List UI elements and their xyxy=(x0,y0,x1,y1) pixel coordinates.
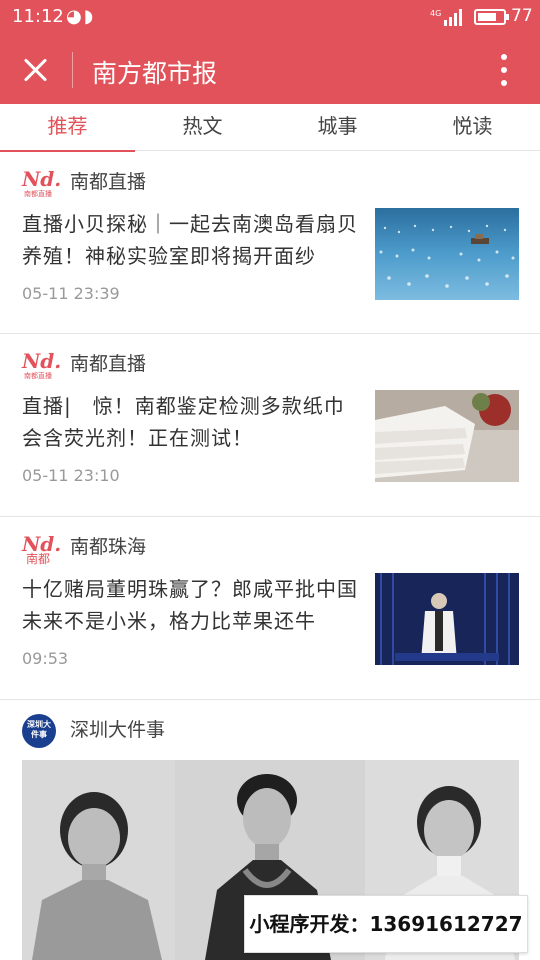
source-logo-caption: 南都直播 xyxy=(24,372,52,380)
battery-icon xyxy=(474,9,509,25)
article-headline[interactable]: 直播| 惊！南都鉴定检测多款纸巾会含荧光剂！正在测试！ xyxy=(22,390,364,454)
source-logo: Nd. 南都直播 xyxy=(22,169,61,198)
source-logo: Nd. 南都 xyxy=(22,534,61,566)
network-type: 4G xyxy=(430,9,441,18)
article-time: 09:53 xyxy=(22,649,69,668)
source-logo-caption: 南都直播 xyxy=(24,190,52,198)
article-thumbnail[interactable] xyxy=(375,208,519,300)
source-logo-mark: Nd. xyxy=(22,167,62,191)
status-bar: 11:12 ◕◗ 4G 77 xyxy=(0,0,540,34)
title-divider xyxy=(72,52,73,88)
tab-bar: 推荐 热文 城事 悦读 xyxy=(0,104,540,152)
source-name: 南都直播 xyxy=(70,353,147,375)
tab-recommend[interactable]: 推荐 xyxy=(0,104,135,152)
source-logo-mark: 深圳大件事 xyxy=(27,720,51,739)
source-logo-mark: Nd. xyxy=(22,349,62,373)
article-time: 05-11 23:10 xyxy=(22,466,120,485)
article-item[interactable]: Nd. 南都直播 南都直播 直播| 惊！南都鉴定检测多款纸巾会含荧光剂！正在测试… xyxy=(0,334,540,517)
article-thumbnail[interactable] xyxy=(375,573,519,665)
battery-percent: 77 xyxy=(511,6,533,26)
tab-hot[interactable]: 热文 xyxy=(135,104,270,151)
title-bar: 南方都市报 xyxy=(0,34,540,104)
source-logo: Nd. 南都直播 xyxy=(22,351,61,380)
photo-portrait-1[interactable] xyxy=(22,760,175,960)
status-time: 11:12 xyxy=(12,6,64,27)
article-headline[interactable]: 十亿赌局董明珠赢了？郎咸平批中国未来不是小米，格力比苹果还牛 xyxy=(22,573,364,637)
source-logo: 深圳大件事 xyxy=(22,714,56,748)
more-vertical-icon[interactable] xyxy=(492,52,516,88)
signal-icon: 4G xyxy=(430,9,462,26)
battery-fill xyxy=(478,13,496,21)
source-name: 南都珠海 xyxy=(70,536,147,558)
article-item[interactable]: Nd. 南都 南都珠海 十亿赌局董明珠赢了？郎咸平批中国未来不是小米，格力比苹果… xyxy=(0,517,540,700)
notification-icons: ◕◗ xyxy=(66,6,96,27)
source-logo-caption: 南都 xyxy=(25,552,50,566)
page-title: 南方都市报 xyxy=(92,59,218,88)
tab-city[interactable]: 城事 xyxy=(270,104,405,151)
article-headline[interactable]: 直播小贝探秘｜一起去南澳岛看扇贝养殖！神秘实验室即将揭开面纱 xyxy=(22,208,364,272)
source-name: 深圳大件事 xyxy=(70,719,166,741)
article-time: 05-11 23:39 xyxy=(22,284,120,303)
tab-reading[interactable]: 悦读 xyxy=(405,104,540,151)
article-item[interactable]: Nd. 南都直播 南都直播 直播小贝探秘｜一起去南澳岛看扇贝养殖！神秘实验室即将… xyxy=(0,152,540,334)
promo-watermark: 小程序开发：13691612727 xyxy=(244,895,528,953)
source-name: 南都直播 xyxy=(70,171,147,193)
close-icon[interactable] xyxy=(18,52,54,88)
article-thumbnail[interactable] xyxy=(375,390,519,482)
